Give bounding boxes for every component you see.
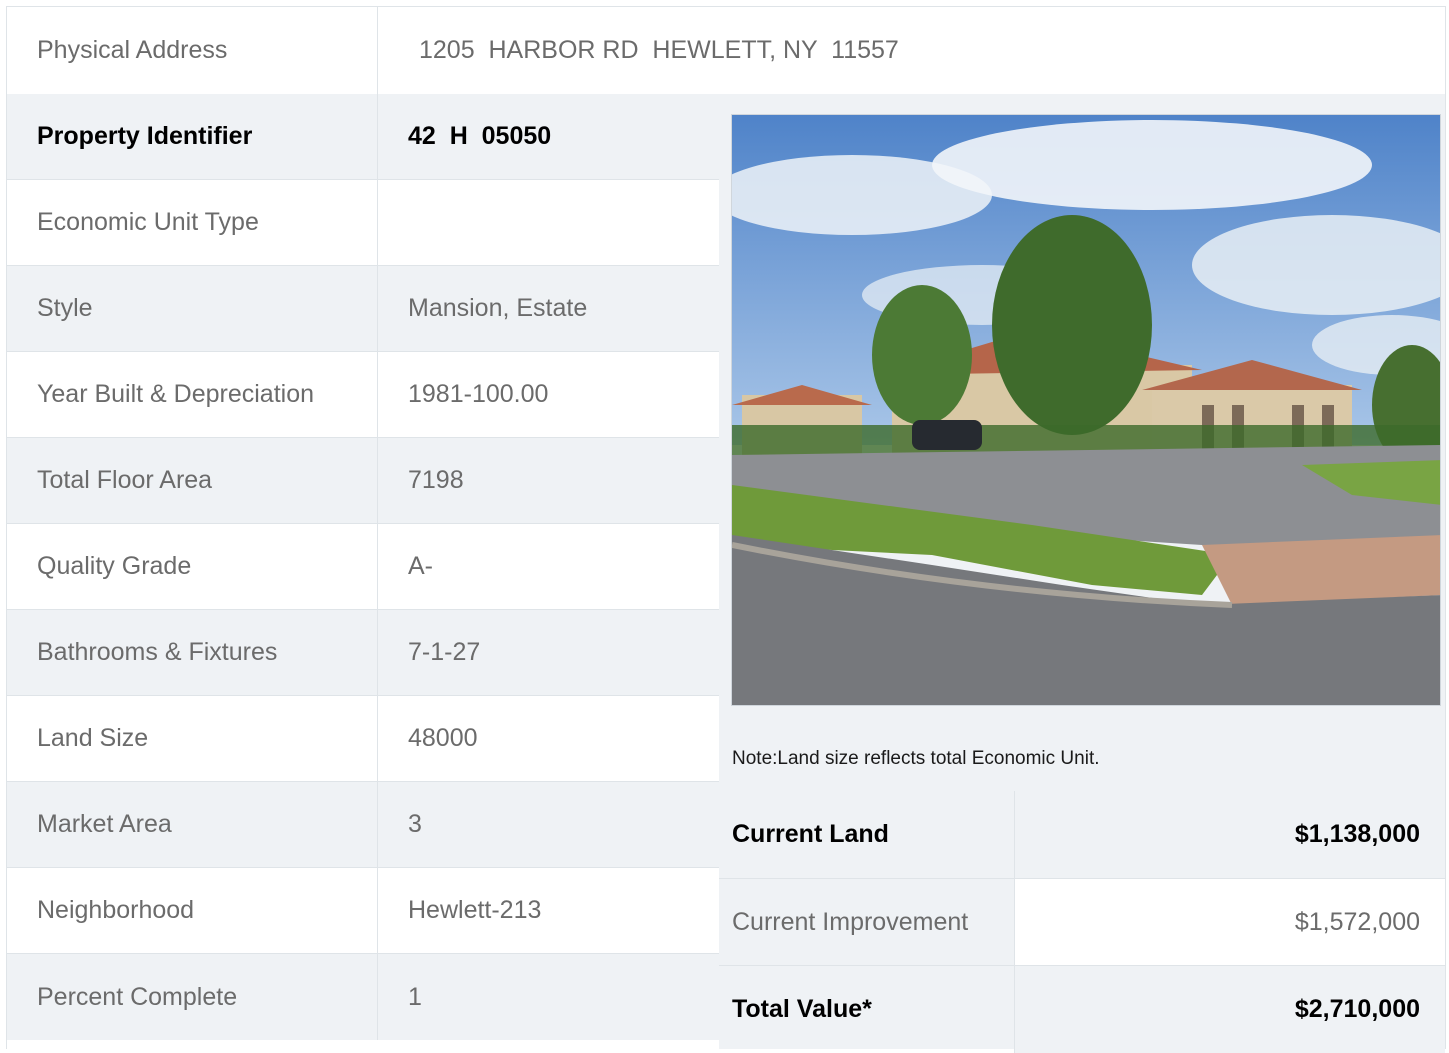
current-improvement-label: Current Improvement	[732, 908, 969, 936]
market-area-value: 3	[408, 810, 422, 838]
quality-grade-label: Quality Grade	[7, 524, 378, 609]
year-built-label: Year Built & Depreciation	[7, 352, 378, 437]
percent-complete-label: Percent Complete	[7, 954, 378, 1040]
address-value: 1205 HARBOR RD HEWLETT, NY 11557	[419, 36, 899, 64]
property-photo-panel: Note:Land size reflects total Economic U…	[719, 94, 1445, 1053]
row-economic-unit-type: Economic Unit Type	[7, 180, 719, 266]
land-size-note: Note:Land size reflects total Economic U…	[732, 748, 1100, 769]
total-value-label: Total Value*	[732, 995, 872, 1023]
property-photo	[731, 114, 1441, 706]
style-label: Style	[7, 266, 378, 351]
row-bathrooms-fixtures: Bathrooms & Fixtures 7-1-27	[7, 610, 719, 696]
address-label: Physical Address	[7, 7, 378, 94]
property-identifier-value: 42 H 05050	[408, 122, 552, 150]
row-property-identifier: Property Identifier 42 H 05050	[7, 94, 719, 180]
economic-unit-type-label: Economic Unit Type	[7, 180, 378, 265]
total-floor-area-value: 7198	[408, 466, 464, 494]
neighborhood-value: Hewlett-213	[408, 896, 542, 924]
total-value-row: Total Value* $2,710,000	[719, 965, 1445, 1053]
current-improvement-amount: $1,572,000	[1014, 879, 1445, 966]
current-land-label: Current Land	[732, 820, 889, 848]
economic-unit-type-value	[379, 180, 719, 265]
row-neighborhood: Neighborhood Hewlett-213	[7, 868, 719, 954]
row-land-size: Land Size 48000	[7, 696, 719, 782]
land-size-label: Land Size	[7, 696, 378, 781]
address-row: Physical Address 1205 HARBOR RD HEWLETT,…	[7, 7, 1445, 95]
market-area-label: Market Area	[7, 782, 378, 867]
row-percent-complete: Percent Complete 1	[7, 954, 719, 1040]
row-year-built: Year Built & Depreciation 1981-100.00	[7, 352, 719, 438]
row-market-area: Market Area 3	[7, 782, 719, 868]
neighborhood-label: Neighborhood	[7, 868, 378, 953]
current-improvement-row: Current Improvement $1,572,000	[719, 878, 1445, 966]
current-land-amount: $1,138,000	[1014, 791, 1445, 878]
quality-grade-value: A-	[408, 552, 433, 580]
land-size-value: 48000	[408, 724, 478, 752]
bathrooms-fixtures-label: Bathrooms & Fixtures	[7, 610, 378, 695]
property-details-table: Property Identifier 42 H 05050 Economic …	[7, 94, 719, 1040]
year-built-value: 1981-100.00	[408, 380, 549, 408]
current-land-row: Current Land $1,138,000	[719, 791, 1445, 878]
bathrooms-fixtures-value: 7-1-27	[408, 638, 481, 666]
percent-complete-value: 1	[408, 982, 422, 1011]
style-value: Mansion, Estate	[408, 294, 588, 322]
row-total-floor-area: Total Floor Area 7198	[7, 438, 719, 524]
property-identifier-label: Property Identifier	[7, 94, 378, 179]
row-quality-grade: Quality Grade A-	[7, 524, 719, 610]
total-value-amount: $2,710,000	[1014, 966, 1445, 1053]
row-style: Style Mansion, Estate	[7, 266, 719, 352]
total-floor-area-label: Total Floor Area	[7, 438, 378, 523]
